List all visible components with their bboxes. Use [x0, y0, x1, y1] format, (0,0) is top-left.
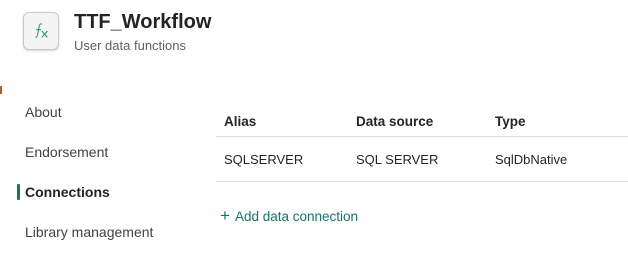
add-data-connection-button[interactable]: + Add data connection [220, 207, 358, 225]
connections-table: Alias Data source Type SQLSERVER SQL SER… [216, 106, 628, 182]
column-header-data-source: Data source [356, 113, 434, 129]
edge-marker [0, 86, 2, 94]
column-header-type: Type [495, 113, 526, 129]
settings-sidebar: About Endorsement Connections Library ma… [17, 92, 197, 252]
page-title: TTF_Workflow [74, 11, 212, 33]
sidebar-item-label: About [25, 104, 62, 120]
add-data-connection-label: Add data connection [234, 208, 359, 224]
plus-icon: + [220, 206, 230, 225]
header: TTF_Workflow User data functions [23, 10, 211, 53]
sidebar-item-about[interactable]: About [17, 92, 197, 132]
page-subtitle: User data functions [74, 38, 187, 53]
sidebar-item-label: Endorsement [25, 144, 109, 160]
sidebar-item-connections[interactable]: Connections [17, 172, 197, 212]
cell-data-source: SQL SERVER [356, 151, 439, 167]
header-titles: TTF_Workflow User data functions [74, 10, 211, 53]
sidebar-item-label: Library management [25, 224, 154, 240]
column-header-alias: Alias [224, 113, 257, 129]
cell-type: SqlDbNative [495, 151, 568, 167]
table-header: Alias Data source Type [216, 106, 628, 137]
sidebar-item-label: Connections [25, 184, 110, 200]
sidebar-item-endorsement[interactable]: Endorsement [17, 132, 197, 172]
sidebar-item-library-management[interactable]: Library management [17, 212, 197, 252]
table-row[interactable]: SQLSERVER SQL SERVER SqlDbNative [216, 137, 628, 182]
function-fx-icon [23, 12, 59, 50]
cell-alias: SQLSERVER [224, 151, 304, 167]
